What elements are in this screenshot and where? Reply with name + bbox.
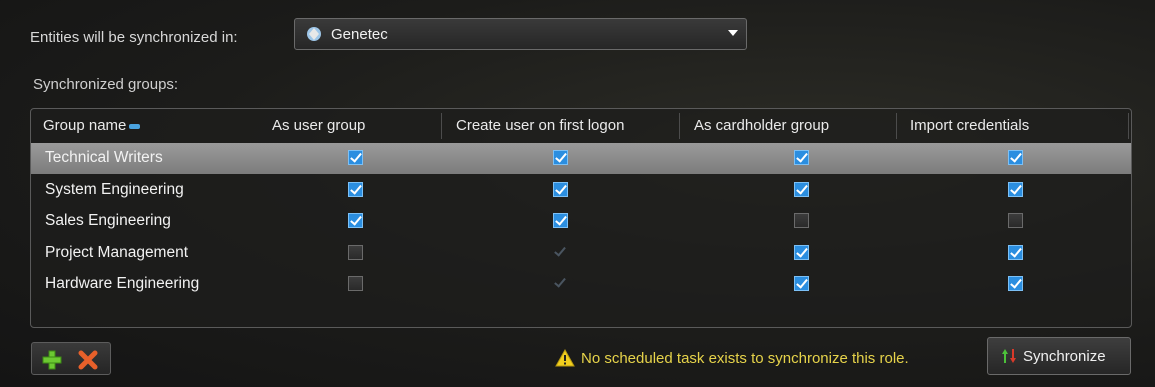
as-cardholder-group-checkbox[interactable] xyxy=(794,213,809,228)
partition-icon xyxy=(307,27,321,41)
synchronize-button[interactable]: Synchronize xyxy=(987,337,1131,375)
plus-icon[interactable] xyxy=(42,350,62,370)
as-user-group-checkbox[interactable] xyxy=(348,213,363,228)
add-remove-toolbar xyxy=(31,342,111,375)
synchronized-groups-label: Synchronized groups: xyxy=(33,76,179,93)
as-cardholder-group-checkbox[interactable] xyxy=(794,150,809,165)
column-separator[interactable] xyxy=(679,113,680,139)
group-name-cell: Project Management xyxy=(45,243,189,261)
group-name-cell: Sales Engineering xyxy=(45,212,171,229)
column-separator[interactable] xyxy=(1128,113,1129,139)
as-cardholder-group-checkbox[interactable] xyxy=(794,276,809,291)
table-row[interactable]: Technical Writers xyxy=(31,143,1131,174)
groups-table: Group name As user group Create user on … xyxy=(30,108,1132,328)
create-user-checkbox xyxy=(553,245,568,260)
table-row[interactable]: Hardware Engineering xyxy=(31,269,1131,300)
chevron-down-icon[interactable] xyxy=(728,30,738,36)
column-separator[interactable] xyxy=(896,113,897,139)
warning-text: No scheduled task exists to synchronize … xyxy=(581,349,909,367)
x-icon[interactable] xyxy=(78,350,98,370)
as-user-group-checkbox[interactable] xyxy=(348,181,363,197)
sort-indicator-icon xyxy=(129,123,141,129)
column-header-as-cardholder-group[interactable]: As cardholder group xyxy=(694,117,829,134)
import-credentials-checkbox[interactable] xyxy=(1008,150,1023,165)
column-header-create-user[interactable]: Create user on first logon xyxy=(456,117,624,134)
warning-triangle-icon xyxy=(555,349,575,367)
as-cardholder-group-checkbox[interactable] xyxy=(794,244,809,260)
synchronize-icon xyxy=(1002,349,1016,363)
entities-row: Entities will be synchronized in: xyxy=(30,22,238,52)
warning-message: No scheduled task exists to synchronize … xyxy=(555,346,909,370)
as-user-group-checkbox[interactable] xyxy=(348,276,363,291)
table-row[interactable]: Sales Engineering xyxy=(31,206,1131,237)
column-header-import-credentials[interactable]: Import credentials xyxy=(910,117,1029,134)
create-user-checkbox xyxy=(553,276,568,291)
as-cardholder-group-checkbox[interactable] xyxy=(794,181,809,197)
as-user-group-checkbox[interactable] xyxy=(348,244,363,260)
create-user-checkbox[interactable] xyxy=(553,181,568,197)
table-row[interactable]: Project Management xyxy=(31,238,1131,269)
create-user-checkbox[interactable] xyxy=(553,150,568,165)
column-header-as-user-group[interactable]: As user group xyxy=(272,117,365,134)
table-header: Group name As user group Create user on … xyxy=(31,109,1131,144)
partition-combobox[interactable]: Genetec xyxy=(294,18,747,50)
group-name-cell: System Engineering xyxy=(45,180,184,198)
partition-value: Genetec xyxy=(331,25,388,43)
group-name-cell: Hardware Engineering xyxy=(45,275,200,292)
group-name-cell: Technical Writers xyxy=(45,149,163,166)
column-separator[interactable] xyxy=(441,113,442,139)
create-user-checkbox[interactable] xyxy=(553,213,568,228)
synchronize-label: Synchronize xyxy=(1023,347,1106,365)
entities-label: Entities will be synchronized in: xyxy=(30,28,238,46)
column-header-group-name[interactable]: Group name xyxy=(43,117,141,134)
table-row[interactable]: System Engineering xyxy=(31,175,1131,206)
import-credentials-checkbox[interactable] xyxy=(1008,213,1023,228)
import-credentials-checkbox[interactable] xyxy=(1008,276,1023,291)
import-credentials-checkbox[interactable] xyxy=(1008,244,1023,260)
import-credentials-checkbox[interactable] xyxy=(1008,181,1023,197)
as-user-group-checkbox[interactable] xyxy=(348,150,363,165)
